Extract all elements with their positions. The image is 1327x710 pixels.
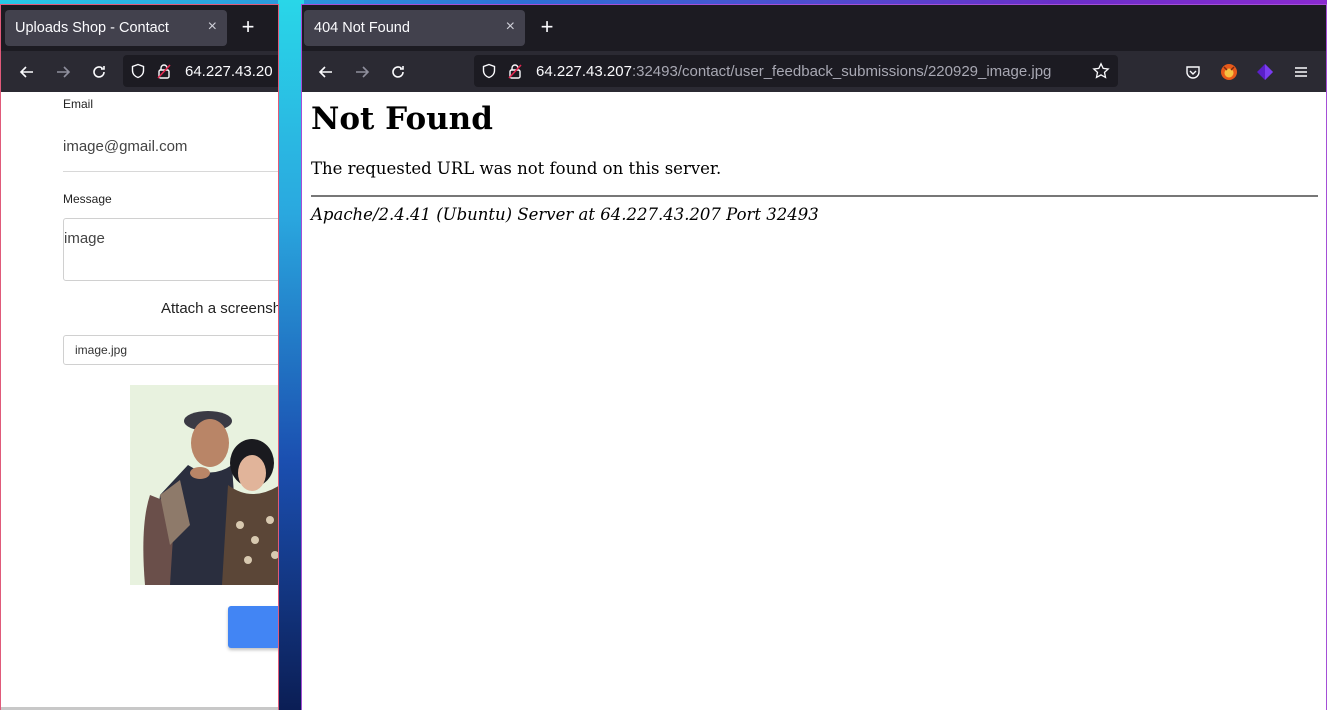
forward-button[interactable] (349, 59, 375, 85)
page-heading: Not Found (311, 101, 493, 137)
error-message: The requested URL was not found on this … (311, 159, 722, 178)
hamburger-menu-icon (1295, 67, 1307, 77)
file-name: image.jpg (75, 343, 128, 357)
tab-title: Uploads Shop - Contact (15, 20, 169, 36)
message-label: Message (63, 192, 112, 206)
address-bar[interactable]: 64.227.43.20 (123, 55, 278, 87)
url-text: 64.227.43.20 (185, 62, 273, 80)
close-tab-icon[interactable]: × (208, 18, 217, 36)
email-field[interactable]: image@gmail.com (63, 138, 187, 155)
attach-screenshot-label: Attach a screensh (161, 300, 279, 317)
tab-bar: Uploads Shop - Contact × + (1, 5, 278, 51)
bookmark-star-icon[interactable] (1090, 60, 1112, 82)
extension-button-2[interactable] (1252, 59, 1278, 85)
divider (311, 195, 1318, 197)
pocket-button[interactable] (1180, 59, 1206, 85)
browser-window-contact: Uploads Shop - Contact × + 64.227.43.20 … (0, 4, 279, 710)
submit-button[interactable] (228, 606, 278, 648)
contact-form: Email image@gmail.com Message image Atta… (1, 92, 278, 710)
back-button[interactable] (313, 59, 339, 85)
back-arrow-icon (318, 66, 332, 78)
tracking-protection-shield-icon[interactable] (478, 60, 500, 82)
file-input[interactable]: image.jpg (63, 335, 278, 365)
forward-arrow-icon (356, 66, 370, 78)
close-tab-icon[interactable]: × (506, 18, 515, 36)
page-content: Not Found The requested URL was not foun… (302, 92, 1326, 710)
tab-uploads-shop[interactable]: Uploads Shop - Contact × (5, 10, 227, 46)
uploaded-image-preview (130, 385, 278, 585)
reload-icon (392, 66, 404, 78)
insecure-lock-icon[interactable] (153, 60, 175, 82)
tab-title: 404 Not Found (314, 20, 410, 36)
message-text: image (64, 230, 105, 247)
reload-button[interactable] (385, 59, 411, 85)
cube-extension-icon (1257, 64, 1273, 80)
tracking-protection-shield-icon[interactable] (127, 60, 149, 82)
email-label: Email (63, 97, 94, 111)
extension-button-1[interactable] (1216, 59, 1242, 85)
reload-icon (93, 66, 105, 78)
menu-button[interactable] (1288, 59, 1314, 85)
server-signature: Apache/2.4.41 (Ubuntu) Server at 64.227.… (311, 205, 819, 224)
back-button[interactable] (14, 59, 40, 85)
url-text: 64.227.43.207:32493/contact/user_feedbac… (536, 63, 1051, 80)
tab-bar: 404 Not Found × + (302, 5, 1326, 51)
reload-button[interactable] (86, 59, 112, 85)
browser-window-404: 404 Not Found × + 64.227.43.207:32493/co… (301, 4, 1327, 710)
nav-toolbar: 64.227.43.207:32493/contact/user_feedbac… (302, 51, 1326, 92)
forward-arrow-icon (57, 66, 71, 78)
address-bar[interactable]: 64.227.43.207:32493/contact/user_feedbac… (474, 55, 1118, 87)
insecure-lock-icon[interactable] (504, 60, 526, 82)
back-arrow-icon (19, 66, 33, 78)
url-host: 64.227.43.207 (536, 62, 632, 80)
url-path: :32493/contact/user_feedback_submissions… (631, 62, 1052, 80)
pocket-icon (1186, 66, 1200, 79)
message-textarea[interactable]: image (63, 218, 278, 281)
fox-extension-icon (1221, 64, 1237, 80)
new-tab-button[interactable]: + (235, 15, 261, 41)
forward-button[interactable] (50, 59, 76, 85)
tab-404-not-found[interactable]: 404 Not Found × (304, 10, 525, 46)
email-underline (63, 171, 278, 172)
new-tab-button[interactable]: + (534, 15, 560, 41)
nav-toolbar: 64.227.43.20 (1, 51, 278, 92)
